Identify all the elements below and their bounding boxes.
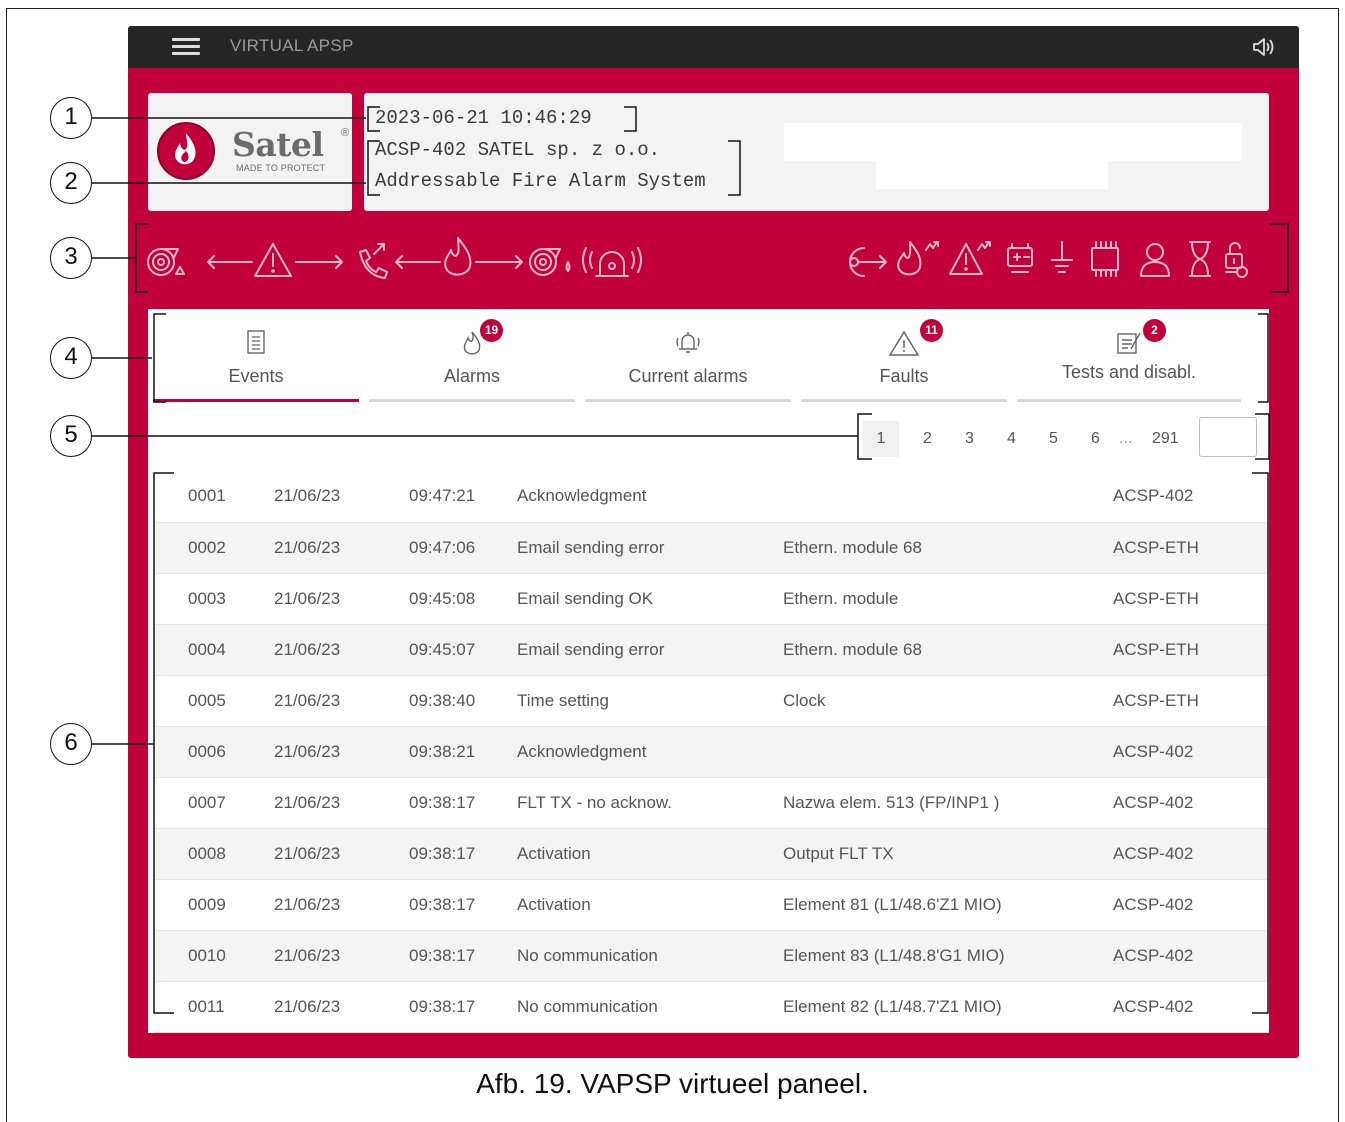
callout-2: 2 bbox=[50, 162, 92, 204]
callout-1: 1 bbox=[50, 97, 92, 139]
callout-4: 4 bbox=[50, 337, 92, 379]
callout-3: 3 bbox=[50, 237, 92, 279]
callout-lines bbox=[92, 106, 1289, 1014]
callout-6: 6 bbox=[50, 723, 92, 765]
callout-5: 5 bbox=[50, 415, 92, 457]
